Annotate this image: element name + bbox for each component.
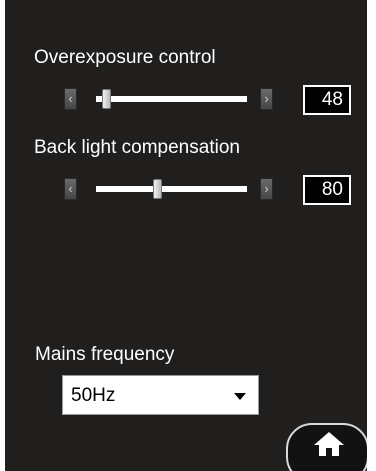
overexposure-slider-thumb[interactable] [101,89,111,109]
backlight-slider-track[interactable] [96,186,247,192]
overexposure-slider-track[interactable] [96,96,247,102]
backlight-decrease-button[interactable]: ‹ [64,178,77,200]
backlight-slider-thumb[interactable] [152,179,162,199]
home-icon [314,432,344,456]
mains-frequency-selected-value: 50Hz [71,385,116,406]
backlight-value[interactable]: 80 [303,175,351,205]
overexposure-value[interactable]: 48 [303,85,351,115]
mains-frequency-select[interactable]: 50Hz [62,375,259,415]
chevron-right-icon: › [264,181,269,196]
camera-settings-panel: Overexposure control ‹ › 48 Back light c… [5,0,367,471]
backlight-label: Back light compensation [34,137,240,158]
home-button[interactable] [286,423,367,471]
overexposure-label: Overexposure control [34,47,216,68]
mains-frequency-label: Mains frequency [35,344,175,365]
chevron-left-icon: ‹ [68,91,73,106]
chevron-left-icon: ‹ [68,181,73,196]
chevron-down-icon [234,393,246,400]
chevron-right-icon: › [264,91,269,106]
backlight-increase-button[interactable]: › [260,178,273,200]
overexposure-decrease-button[interactable]: ‹ [64,88,77,110]
overexposure-increase-button[interactable]: › [260,88,273,110]
